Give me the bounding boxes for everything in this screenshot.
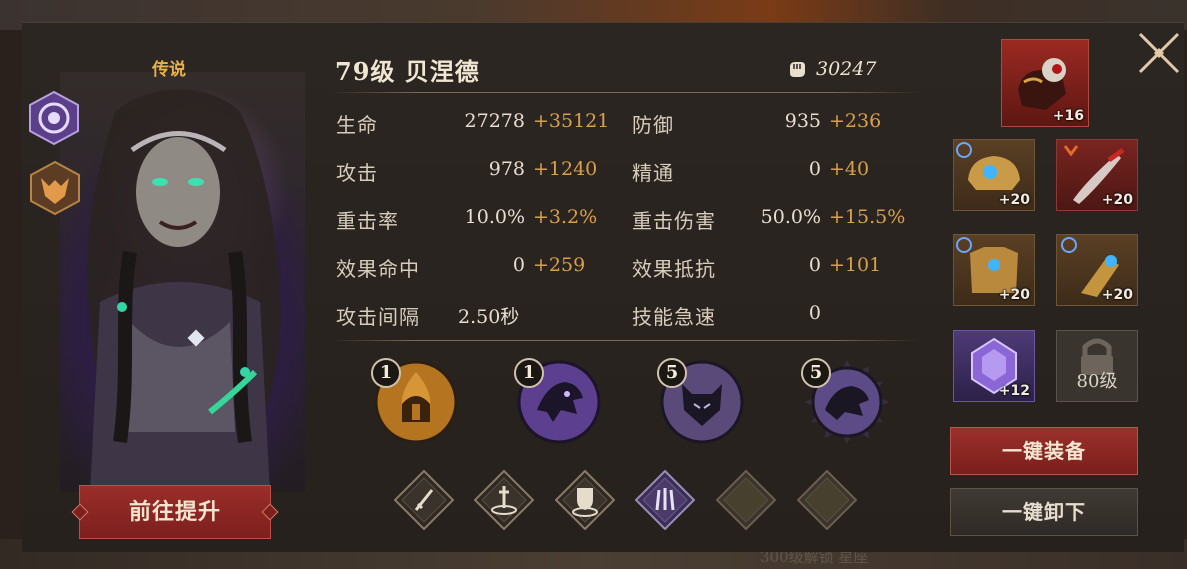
stat-bonus: +236 [829,110,882,132]
stat-bonus: +259 [533,254,586,276]
eye-sigil-icon[interactable] [26,90,80,146]
close-icon [1138,32,1180,74]
equip-slot-weapon[interactable]: +20 [1056,139,1138,211]
skill-level-badge: 5 [801,358,831,388]
rarity-label: 传说 [152,60,186,80]
skill-level-badge: 1 [371,358,401,388]
hero-portrait [60,72,305,492]
stat-label: 效果抵抗 [632,257,716,281]
stat-bonus: +1240 [533,158,598,180]
stat-label: 防御 [632,113,674,137]
stat-label: 技能急速 [632,305,716,329]
stat-base: 978 [488,158,525,180]
stat-label: 效果命中 [336,257,420,281]
equip-level: +12 [998,383,1030,399]
rune-slot-claw[interactable] [634,469,696,531]
empty-slot-icon [715,469,777,531]
equip-all-button[interactable]: 一键装备 [950,427,1138,475]
fist-power-icon [790,62,805,77]
stat-bonus: +35121 [533,110,610,132]
equip-slot-gem[interactable]: +12 [953,330,1035,402]
stat-base: 50.0% [760,206,821,228]
stats-divider [330,340,920,341]
skill-level-badge: 1 [514,358,544,388]
stat-bonus: +3.2% [533,206,598,228]
combat-power-value: 30247 [816,58,877,80]
rune-slot-dagger[interactable] [473,469,535,531]
stat-base: 27278 [464,110,525,132]
stat-base: 935 [784,110,821,132]
equip-level: +20 [998,192,1030,208]
shield-icon [554,469,616,531]
equip-level: +20 [1101,287,1133,303]
stat-base: 0 [512,254,525,276]
stat-base: 0 [808,302,821,324]
stat-label: 精通 [632,161,674,185]
stat-bonus: +101 [829,254,882,276]
equip-slot-locked[interactable]: 80级 [1056,330,1138,402]
promote-button[interactable]: 前往提升 [79,485,271,539]
stat-base: 10.0% [464,206,525,228]
empty-slot-icon [796,469,858,531]
equip-slot-helmet[interactable]: +20 [953,139,1035,211]
stat-bonus: +40 [829,158,870,180]
header-divider [330,92,920,93]
stat-label: 攻击间隔 [336,305,420,329]
rune-slot-shield[interactable] [554,469,616,531]
stat-label: 重击率 [336,209,399,233]
combat-power: 30247 [786,55,876,83]
stat-label: 攻击 [336,161,378,185]
rune-slot-sword[interactable] [393,469,455,531]
equip-slot-main[interactable]: +16 [1001,39,1089,127]
stat-label: 重击伤害 [632,209,716,233]
unequip-all-button[interactable]: 一键卸下 [950,488,1138,536]
stat-bonus: +15.5% [829,206,906,228]
equip-level: +16 [1052,108,1084,124]
equip-slot-gloves[interactable]: +20 [1056,234,1138,306]
stat-base: 0 [808,158,821,180]
skill-level-badge: 5 [657,358,687,388]
equip-level: +20 [998,287,1030,303]
locked-level-text: 80级 [1076,371,1118,392]
rune-slot-empty[interactable] [796,469,858,531]
stat-base: 2.50秒 [458,306,520,328]
stat-label: 生命 [336,113,378,137]
beast-faction-icon[interactable] [29,160,83,216]
rune-slot-empty[interactable] [715,469,777,531]
hero-level-name: 79级 贝涅德 [335,57,480,86]
claw-icon [634,469,696,531]
dagger-icon [473,469,535,531]
close-button[interactable] [1136,30,1182,76]
equip-slot-armor[interactable]: +20 [953,234,1035,306]
equip-level: +20 [1101,192,1133,208]
sword-icon [393,469,455,531]
stat-base: 0 [808,254,821,276]
